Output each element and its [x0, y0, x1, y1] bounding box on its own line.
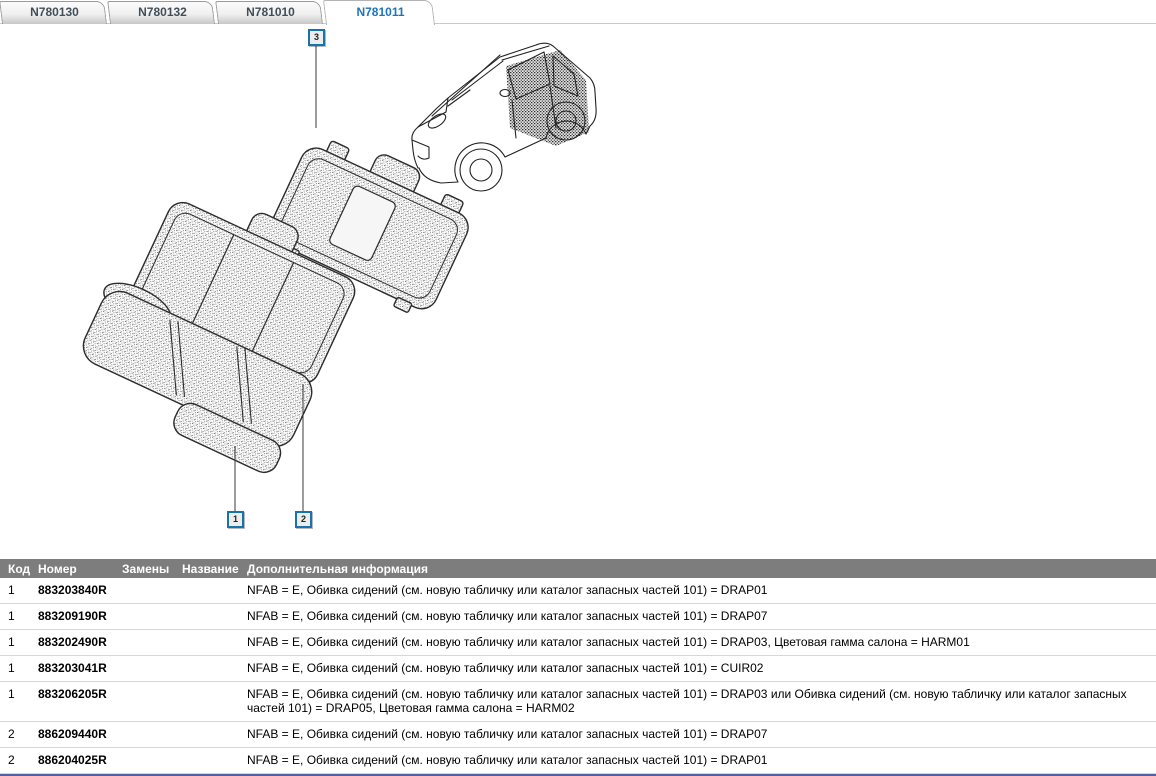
table-row[interactable]: 1 883206205R NFAB = E, Обивка сидений (с…: [0, 682, 1156, 722]
cell-name: [182, 753, 247, 767]
header-replacements: Замены: [122, 562, 182, 576]
tab-n780130[interactable]: N780130: [2, 1, 107, 24]
cell-name: [182, 687, 247, 715]
callout-1-label: 1: [229, 513, 242, 526]
cell-info: NFAB = E, Обивка сидений (см. новую табл…: [247, 583, 1156, 597]
cell-replacements: [122, 609, 182, 623]
cell-replacements: [122, 753, 182, 767]
cell-info: NFAB = E, Обивка сидений (см. новую табл…: [247, 753, 1156, 767]
cell-replacements: [122, 583, 182, 597]
tab-n780132[interactable]: N780132: [110, 1, 215, 24]
cell-name: [182, 727, 247, 741]
table-row[interactable]: 1 883202490R NFAB = E, Обивка сидений (с…: [0, 630, 1156, 656]
header-number: Номер: [38, 562, 122, 576]
cell-name: [182, 609, 247, 623]
tab-label: N780130: [2, 1, 107, 24]
cell-info: NFAB = E, Обивка сидений (см. новую табл…: [247, 635, 1156, 649]
callout-2-label: 2: [297, 513, 310, 526]
cell-code: 1: [0, 661, 38, 675]
cell-number[interactable]: 883203041R: [38, 661, 122, 675]
callout-2[interactable]: 2: [295, 511, 312, 528]
table-row[interactable]: 2 886209440R NFAB = E, Обивка сидений (с…: [0, 722, 1156, 748]
cell-number[interactable]: 883203840R: [38, 583, 122, 597]
cell-number[interactable]: 886209440R: [38, 727, 122, 741]
header-code: Код: [0, 562, 38, 576]
cell-number[interactable]: 886204025R: [38, 753, 122, 767]
header-name: Название: [182, 562, 247, 576]
cell-code: 1: [0, 583, 38, 597]
cell-number[interactable]: 883206205R: [38, 687, 122, 715]
tab-n781011-active[interactable]: N781011: [326, 0, 435, 24]
cell-replacements: [122, 687, 182, 715]
cell-code: 1: [0, 687, 38, 715]
cell-replacements: [122, 635, 182, 649]
parts-diagram: [0, 0, 1156, 558]
cell-replacements: [122, 661, 182, 675]
cell-name: [182, 635, 247, 649]
car-illustration: [412, 43, 596, 191]
callout-3-label: 3: [310, 31, 323, 44]
cell-code: 2: [0, 753, 38, 767]
cell-code: 2: [0, 727, 38, 741]
callout-3[interactable]: 3: [308, 29, 325, 46]
diagram-area: 3 1 2: [0, 0, 1156, 558]
cell-info: NFAB = E, Обивка сидений (см. новую табл…: [247, 727, 1156, 741]
cell-info: NFAB = E, Обивка сидений (см. новую табл…: [247, 661, 1156, 675]
table-row[interactable]: 1 883209190R NFAB = E, Обивка сидений (с…: [0, 604, 1156, 630]
parts-catalog-page: 3 1 2 N780130 N780132 N781010 N781011 Ко…: [0, 0, 1156, 769]
tab-label: N781010: [218, 1, 323, 24]
tab-label: N781011: [326, 0, 435, 24]
cell-code: 1: [0, 609, 38, 623]
figure-tab-bar: N780130 N780132 N781010 N781011: [0, 0, 1156, 24]
table-row[interactable]: 2 886204025R NFAB = E, Обивка сидений (с…: [0, 748, 1156, 774]
cell-number[interactable]: 883202490R: [38, 635, 122, 649]
tab-n781010[interactable]: N781010: [218, 1, 323, 24]
cell-info: NFAB = E, Обивка сидений (см. новую табл…: [247, 609, 1156, 623]
cell-code: 1: [0, 635, 38, 649]
parts-table: Код Номер Замены Название Дополнительная…: [0, 559, 1156, 776]
tab-label: N780132: [110, 1, 215, 24]
table-header-row: Код Номер Замены Название Дополнительная…: [0, 559, 1156, 578]
cell-name: [182, 583, 247, 597]
cell-number[interactable]: 883209190R: [38, 609, 122, 623]
cell-info: NFAB = E, Обивка сидений (см. новую табл…: [247, 687, 1156, 715]
cell-replacements: [122, 727, 182, 741]
header-info: Дополнительная информация: [247, 562, 1156, 576]
table-row[interactable]: 1 883203840R NFAB = E, Обивка сидений (с…: [0, 578, 1156, 604]
callout-1[interactable]: 1: [227, 511, 244, 528]
table-row[interactable]: 1 883203041R NFAB = E, Обивка сидений (с…: [0, 656, 1156, 682]
cell-name: [182, 661, 247, 675]
